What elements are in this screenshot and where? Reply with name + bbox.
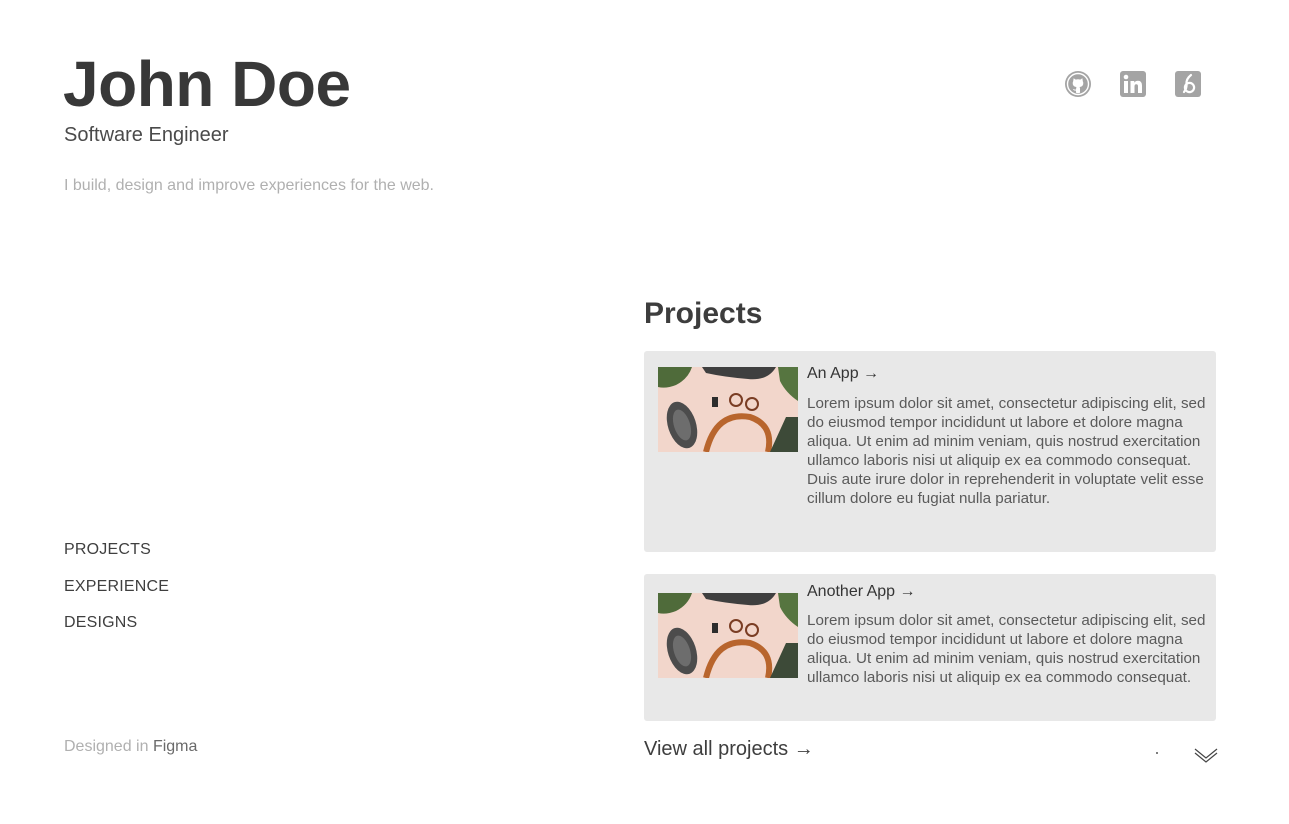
nav-designs[interactable]: DESIGNS [64,614,169,632]
projects-heading: Projects [644,297,763,330]
dribbble-link[interactable] [1174,70,1202,98]
nav-projects[interactable]: PROJECTS [64,541,169,559]
nav-experience[interactable]: EXPERIENCE [64,578,169,596]
footer-credit: Designed in Figma [64,738,197,756]
section-nav: PROJECTS EXPERIENCE DESIGNS [64,541,169,651]
project-thumbnail [658,593,798,678]
linkedin-icon [1120,71,1146,97]
github-link[interactable] [1064,70,1092,98]
profile-name: John Doe [63,48,351,120]
project-card-body: Another App → Lorem ipsum dolor sit amet… [807,582,1207,687]
project-thumbnail [658,367,798,452]
project-title[interactable]: Another App → [807,582,1207,602]
project-title[interactable]: An App → [807,364,1207,384]
view-all-projects-link[interactable]: View all projects → [644,738,814,761]
portfolio-page: John Doe Software Engineer I build, desi… [0,0,1289,824]
figma-link[interactable]: Figma [153,738,197,755]
project-card[interactable]: An App → Lorem ipsum dolor sit amet, con… [644,351,1216,552]
scroll-down-button[interactable] [1194,745,1218,768]
profile-tagline: I build, design and improve experiences … [64,177,434,194]
footer-prefix: Designed in [64,738,153,755]
dribbble-icon [1175,71,1201,97]
linkedin-link[interactable] [1119,70,1147,98]
github-icon [1065,71,1091,97]
project-card[interactable]: Another App → Lorem ipsum dolor sit amet… [644,574,1216,721]
project-description: Lorem ipsum dolor sit amet, consectetur … [807,395,1206,507]
profile-role: Software Engineer [64,124,229,146]
double-chevron-down-icon [1194,748,1218,763]
social-links [1064,70,1202,98]
scroll-dot [1156,752,1158,754]
project-description: Lorem ipsum dolor sit amet, consectetur … [807,612,1206,686]
project-card-body: An App → Lorem ipsum dolor sit amet, con… [807,364,1207,508]
